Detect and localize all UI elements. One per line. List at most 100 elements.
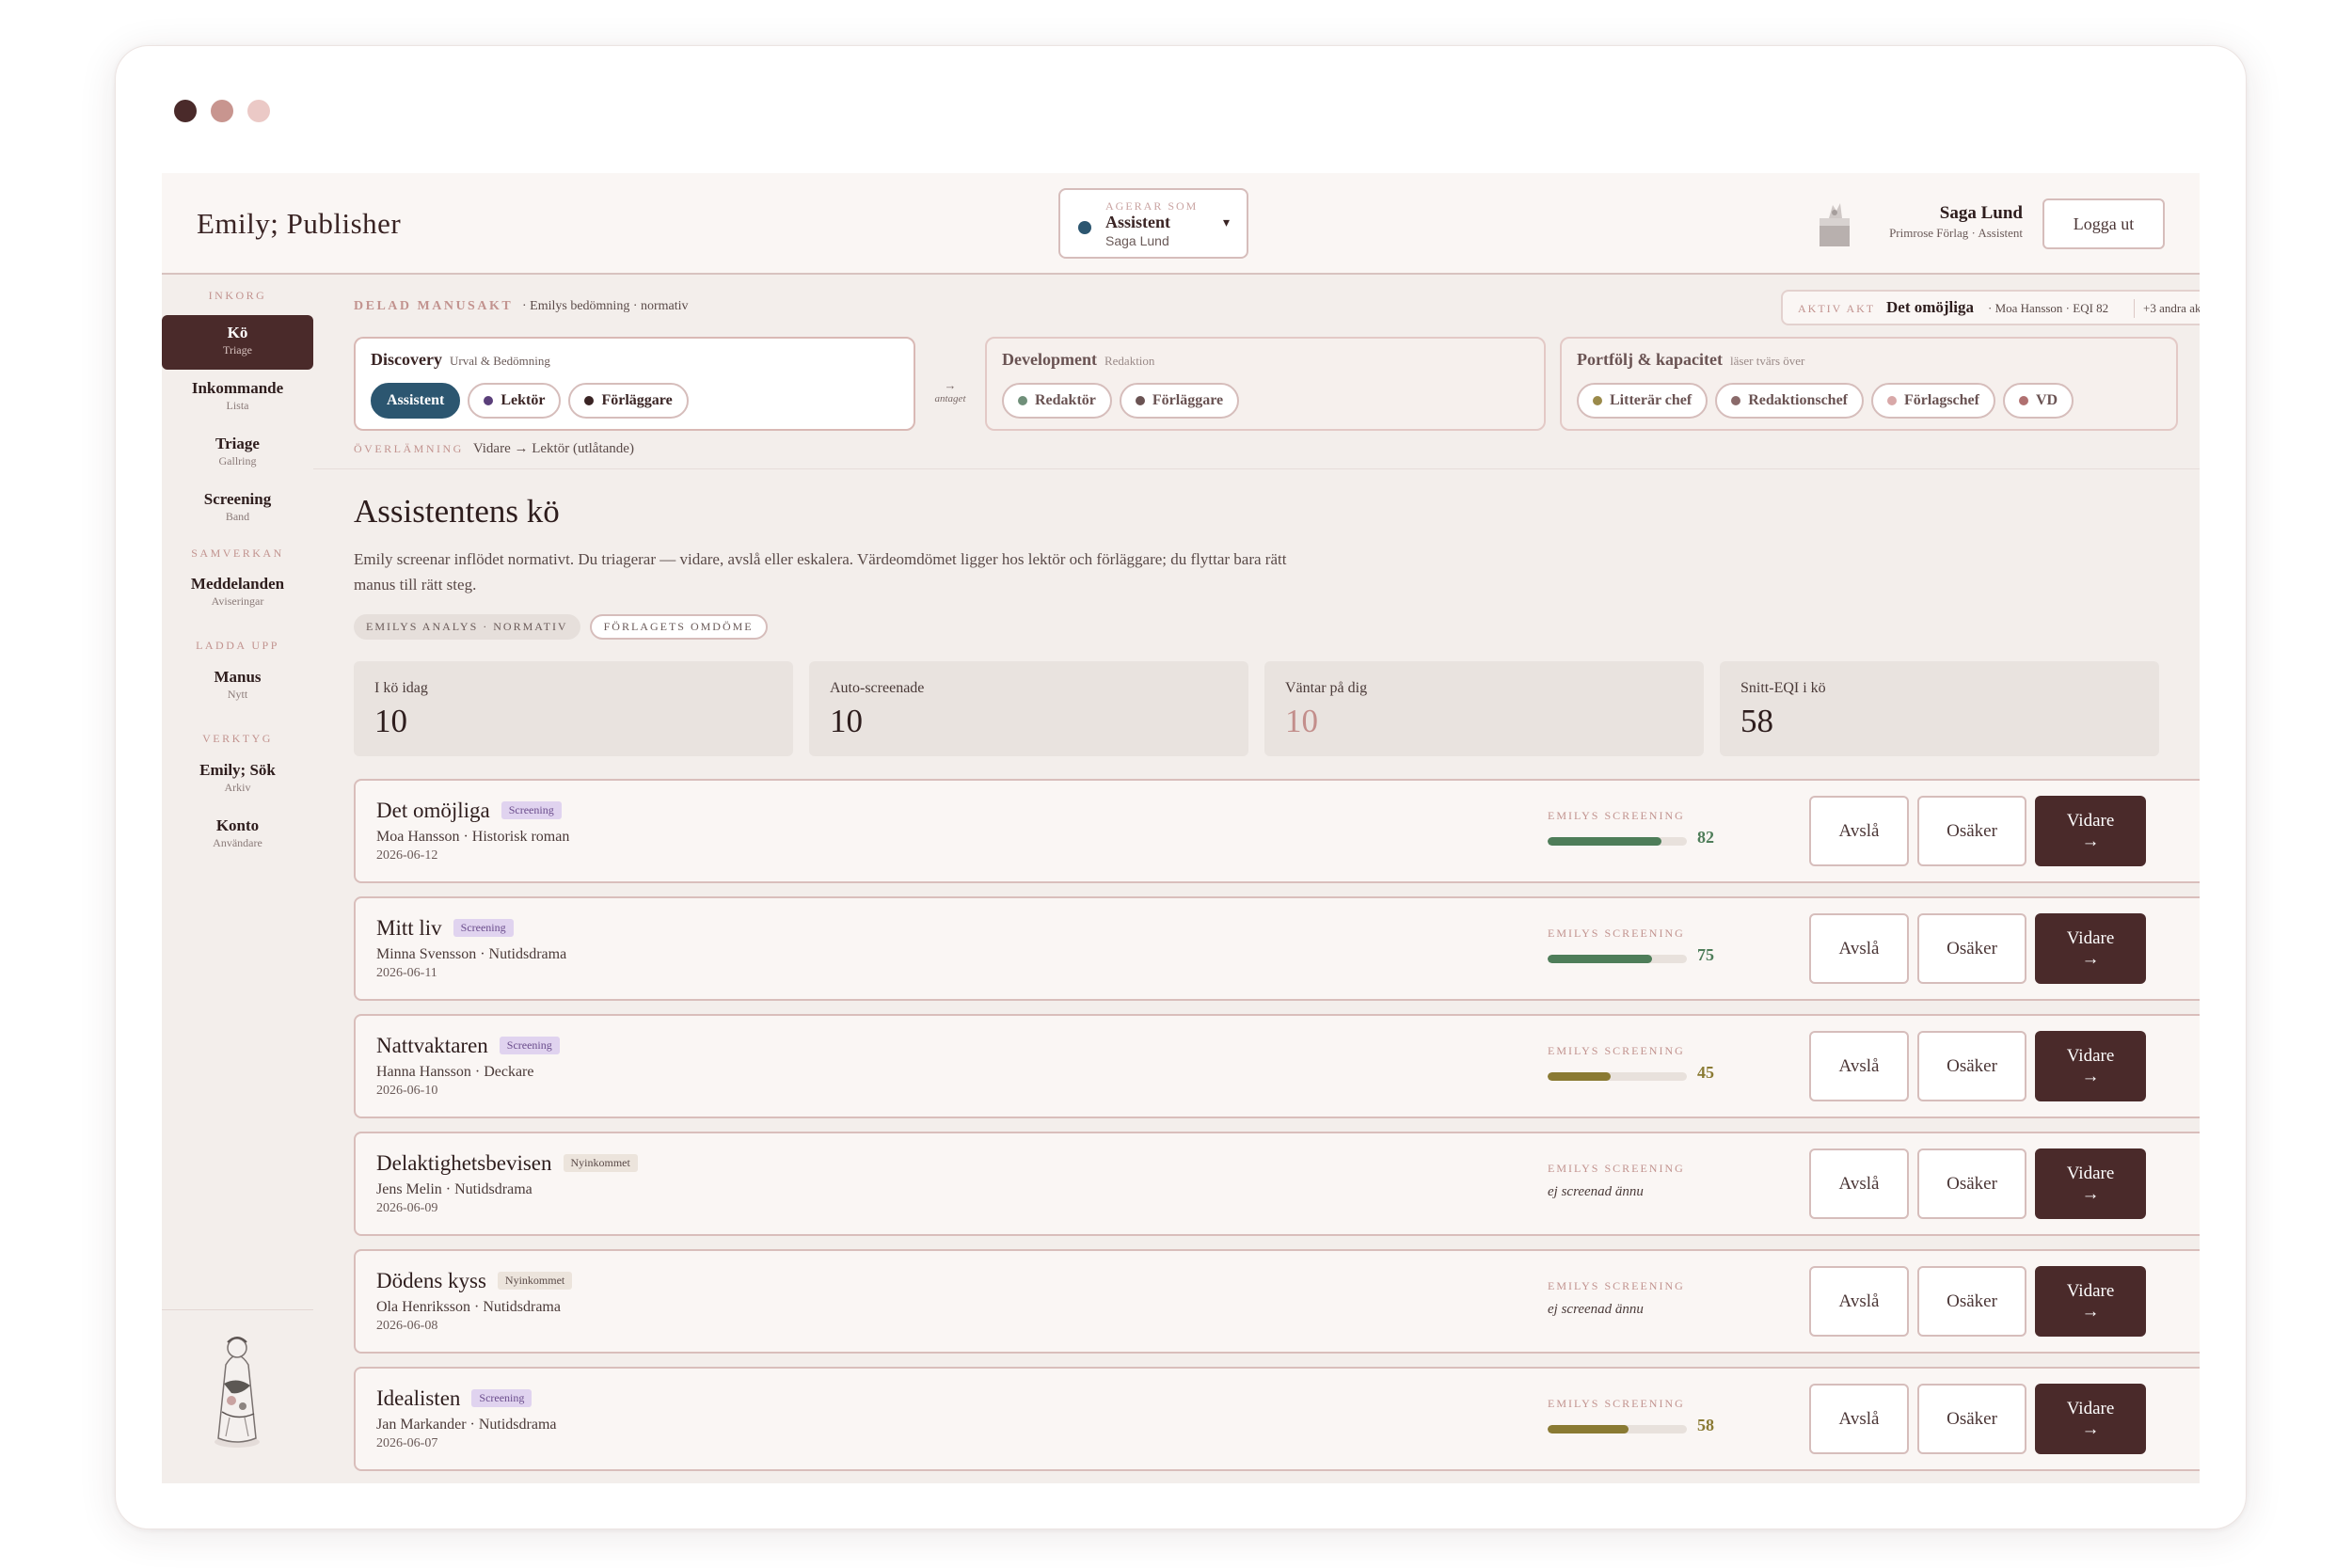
not-screened-label: ej screenad ännu	[1548, 1302, 1644, 1317]
sidebar-item-label: Konto	[215, 816, 260, 834]
manuscript-title[interactable]: Dödens kyss	[376, 1269, 486, 1292]
arrow-right-icon: →	[2081, 1418, 2100, 1439]
screening-bar-fill	[1548, 837, 1662, 846]
handoff-caption: ÖVERLÄMNING	[354, 442, 464, 455]
sidebar-item-sublabel: Arkiv	[224, 781, 251, 794]
manuscript-date: 2026-06-10	[376, 1084, 438, 1098]
forward-button[interactable]: Vidare →	[2035, 1266, 2146, 1337]
sidebar-item-emily-sok[interactable]: Emily; Sök Arkiv	[162, 752, 313, 807]
manuscript-title[interactable]: Nattvaktaren	[376, 1034, 488, 1057]
role-dot-icon	[2018, 396, 2028, 405]
tag-emilys-analys[interactable]: EMILYS ANALYS · NORMATIV	[354, 614, 580, 640]
forward-button[interactable]: Vidare →	[2035, 1384, 2146, 1454]
manuscript-date: 2026-06-09	[376, 1201, 438, 1215]
role-chip-redaktor[interactable]: Redaktör	[1002, 383, 1112, 419]
forward-button[interactable]: Vidare →	[2035, 1148, 2146, 1219]
screening-bar	[1548, 1072, 1687, 1081]
manuscript-title[interactable]: Delaktighetsbevisen	[376, 1151, 552, 1175]
manuscript-title[interactable]: Idealisten	[376, 1386, 460, 1410]
stage-sub: Urval & Bedömning	[449, 354, 550, 368]
unsure-button[interactable]: Osäker	[1917, 796, 2026, 866]
manuscript-author-genre: Jens Melin · Nutidsdrama	[376, 1181, 532, 1197]
role-chip-lektor[interactable]: Lektör	[468, 383, 562, 419]
manuscript-title-line: Dödens kyss Nyinkommet	[376, 1269, 573, 1293]
role-chip-assistent[interactable]: Assistent	[371, 383, 461, 419]
logout-button[interactable]: Logga ut	[2042, 198, 2165, 249]
queue-row[interactable]: Idealisten Screening Jan Markander · Nutid…	[354, 1367, 2200, 1471]
close-dot[interactable]	[174, 100, 197, 122]
sidebar-item-ko[interactable]: Kö Triage	[162, 315, 313, 370]
sidebar-item-triage[interactable]: Triage Gallring	[162, 426, 313, 481]
manuscript-author-genre: Hanna Hansson · Deckare	[376, 1064, 534, 1080]
role-chip-redaktionschef[interactable]: Redaktionschef	[1715, 383, 1864, 419]
chip-label: Redaktör	[1035, 392, 1096, 408]
app: Emily; Publisher AGERAR SOM Assistent Sa…	[162, 173, 2200, 1483]
arrow-right-icon: →	[944, 378, 957, 392]
stat-value: 58	[1740, 703, 1773, 739]
chip-label: Förlagschef	[1904, 392, 1979, 408]
forward-button[interactable]: Vidare →	[2035, 796, 2146, 866]
role-chip-forlaggare[interactable]: Förläggare	[1119, 383, 1240, 419]
role-chip-forlagschef[interactable]: Förlagschef	[1871, 383, 1995, 419]
unsure-button[interactable]: Osäker	[1917, 1031, 2026, 1101]
forward-button[interactable]: Vidare →	[2035, 1031, 2146, 1101]
top-bar: Emily; Publisher AGERAR SOM Assistent Sa…	[162, 173, 2200, 275]
queue-row[interactable]: Dödens kyss Nyinkommet Ola Henriksson · Nu…	[354, 1249, 2200, 1354]
role-chip-vd[interactable]: VD	[2002, 383, 2074, 419]
active-act-more[interactable]: +3 andra aktiva	[2143, 301, 2200, 316]
sidebar-item-konto[interactable]: Konto Användare	[162, 808, 313, 863]
status-badge: Screening	[471, 1389, 532, 1407]
unsure-button[interactable]: Osäker	[1917, 1384, 2026, 1454]
role-dot-icon	[1731, 396, 1741, 405]
window-controls	[174, 100, 270, 122]
queue-row[interactable]: Mitt liv Screening Minna Svensson · Nutids…	[354, 896, 2200, 1001]
unsure-button[interactable]: Osäker	[1917, 913, 2026, 984]
reject-button[interactable]: Avslå	[1809, 1148, 1909, 1219]
sidebar-item-inkommande[interactable]: Inkommande Lista	[162, 371, 313, 425]
stat-card: I kö idag 10	[354, 661, 793, 756]
screening-score: 45	[1697, 1063, 1714, 1082]
manuscript-date: 2026-06-12	[376, 848, 438, 863]
stage-title: Development Redaktion	[1002, 350, 1154, 370]
minimize-dot[interactable]	[211, 100, 233, 122]
role-chip-litterar-chef[interactable]: Litterär chef	[1577, 383, 1708, 419]
chip-label: Förläggare	[1152, 392, 1224, 408]
sidebar-item-manus[interactable]: Manus Nytt	[162, 659, 313, 714]
stage-title: Portfölj & kapacitet läser tvärs över	[1577, 350, 1804, 370]
forward-button[interactable]: Vidare →	[2035, 913, 2146, 984]
screening-bar	[1548, 1425, 1687, 1433]
sidebar-item-label: Kö	[227, 324, 248, 341]
sidebar-item-sublabel: Användare	[213, 836, 262, 849]
unsure-button[interactable]: Osäker	[1917, 1148, 2026, 1219]
mascot-illustration	[215, 1337, 260, 1448]
queue-row[interactable]: Det omöjliga Screening Moa Hansson · Histo…	[354, 779, 2200, 883]
reject-button[interactable]: Avslå	[1809, 796, 1909, 866]
arrow-right-icon: →	[2081, 1301, 2100, 1322]
stat-value: 10	[1285, 703, 1318, 739]
stat-value: 10	[374, 703, 407, 739]
arrow-right-icon: →	[2081, 948, 2100, 969]
chip-label: Litterär chef	[1610, 392, 1692, 408]
role-selector[interactable]: AGERAR SOM Assistent Saga Lund ▾	[1058, 188, 1248, 259]
sidebar-item-screening[interactable]: Screening Band	[162, 482, 313, 536]
reject-button[interactable]: Avslå	[1809, 1384, 1909, 1454]
arrow-right-icon: →	[2081, 1066, 2100, 1086]
screening-bar	[1548, 837, 1687, 846]
queue-row[interactable]: Delaktighetsbevisen Nyinkommet Jens Melin …	[354, 1132, 2200, 1236]
reject-button[interactable]: Avslå	[1809, 913, 1909, 984]
chevron-down-icon: ▾	[1222, 216, 1230, 230]
divider	[2134, 299, 2135, 318]
manuscript-title[interactable]: Det omöjliga	[376, 799, 490, 822]
unsure-button[interactable]: Osäker	[1917, 1266, 2026, 1337]
maximize-dot[interactable]	[247, 100, 270, 122]
role-chip-forlaggare[interactable]: Förläggare	[568, 383, 689, 419]
reject-button[interactable]: Avslå	[1809, 1031, 1909, 1101]
active-act-pill[interactable]: AKTIV AKT Det omöjliga · Moa Hansson · E…	[1781, 290, 2200, 325]
sidebar-group-ladda-upp: LADDA UPP	[196, 639, 279, 652]
tag-forlagets-omdome[interactable]: FÖRLAGETS OMDÖME	[589, 614, 768, 640]
reject-button[interactable]: Avslå	[1809, 1266, 1909, 1337]
sidebar-item-meddelanden[interactable]: Meddelanden Aviseringar	[162, 566, 313, 621]
manuscript-title[interactable]: Mitt liv	[376, 916, 442, 940]
role-caption: AGERAR SOM	[1105, 199, 1199, 213]
queue-row[interactable]: Nattvaktaren Screening Hanna Hansson · Dec…	[354, 1014, 2200, 1118]
